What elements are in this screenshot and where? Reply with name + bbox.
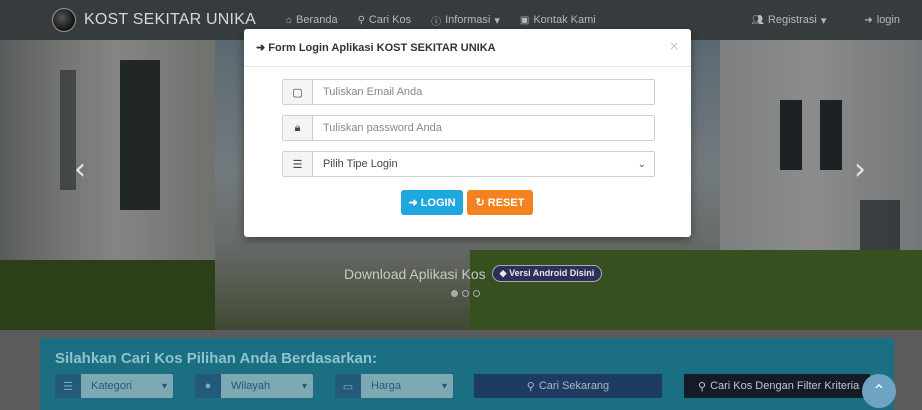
password-placeholder: Tuliskan password Anda (323, 122, 442, 134)
carousel-indicator[interactable] (462, 290, 469, 297)
nav-beranda-label: Beranda (295, 14, 338, 26)
info-icon: ⓘ (431, 16, 442, 28)
search-icon: ⚲ (698, 380, 707, 393)
chevron-down-icon: ▾ (441, 380, 447, 392)
sign-in-icon: ➜ (864, 14, 873, 26)
list-icon: ☰ (55, 374, 81, 398)
harga-select[interactable]: ▭ Harga ▾ (335, 374, 453, 398)
cari-filter-button[interactable]: ⚲ Cari Kos Dengan Filter Kriteria (684, 374, 870, 398)
scroll-to-top-button[interactable]: ⌃ (862, 374, 896, 408)
nav-cari-kos[interactable]: ⚲ Cari Kos (348, 13, 422, 28)
envelope-icon: ▢ (283, 80, 313, 104)
nav-login[interactable]: ➜ login (854, 14, 910, 26)
wilayah-select[interactable]: ● Wilayah ▾ (195, 374, 313, 398)
search-title: Silahkan Cari Kos Pilihan Anda Berdasark… (55, 350, 378, 367)
brand-name: KOST SEKITAR UNIKA (84, 11, 256, 28)
refresh-icon: ↻ (475, 197, 485, 209)
login-button[interactable]: ➜ LOGIN (401, 190, 463, 215)
close-icon[interactable]: × (669, 39, 679, 53)
cari-sekarang-label: Cari Sekarang (538, 380, 610, 392)
nav-beranda[interactable]: ⌂ Beranda (276, 13, 348, 28)
modal-title: ➜ Form Login Aplikasi KOST SEKITAR UNIKA (256, 41, 496, 54)
modal-title-text: Form Login Aplikasi KOST SEKITAR UNIKA (268, 42, 496, 54)
brand[interactable]: KOST SEKITAR UNIKA (52, 8, 256, 32)
nav-cari-kos-label: Cari Kos (368, 14, 412, 26)
caption-text: Download Aplikasi Kos (344, 265, 486, 282)
nav-informasi[interactable]: ⓘ Informasi ▾ (421, 13, 510, 28)
nav-kontak-label: Kontak Kami (533, 14, 596, 26)
modal-header: ➜ Form Login Aplikasi KOST SEKITAR UNIKA… (244, 29, 691, 67)
home-icon: ⌂ (285, 14, 292, 26)
nav-right: 👥︎ Registrasi ▾ ➜ login (741, 0, 910, 40)
chevron-down-icon: ▾ (301, 380, 307, 392)
email-field[interactable]: ▢ Tuliskan Email Anda (282, 79, 655, 105)
nav-login-label: login (876, 14, 900, 26)
chevron-up-icon: ⌃ (872, 383, 886, 400)
chevron-down-icon: ▾ (494, 14, 500, 27)
chevron-down-icon: ⌄ (637, 158, 646, 170)
cari-filter-label: Cari Kos Dengan Filter Kriteria (710, 380, 860, 392)
password-field[interactable]: 🔒︎ Tuliskan password Anda (282, 115, 655, 141)
harga-label: Harga (371, 380, 401, 392)
reset-button[interactable]: ↻ RESET (467, 190, 533, 215)
search-icon: ⚲ (357, 14, 365, 26)
login-button-label: LOGIN (420, 196, 456, 209)
wilayah-label: Wilayah (231, 380, 271, 392)
search-icon: ⚲ (526, 380, 535, 393)
lock-icon: 🔒︎ (283, 116, 313, 140)
logo-icon (52, 8, 76, 32)
chevron-down-icon: ▾ (161, 380, 167, 392)
carousel-indicator[interactable] (473, 290, 480, 297)
users-icon: 👥︎ (751, 14, 764, 26)
carousel-next-icon[interactable]: › (854, 152, 866, 187)
carousel-prev-icon[interactable]: ‹ (74, 152, 86, 187)
reset-button-label: RESET (487, 196, 525, 209)
kategori-label: Kategori (91, 380, 132, 392)
list-icon: ☰ (283, 152, 313, 176)
sign-in-icon: ➜ (256, 42, 266, 54)
kategori-select[interactable]: ☰ Kategori ▾ (55, 374, 173, 398)
carousel-indicators (451, 290, 480, 297)
carousel-caption: Download Aplikasi Kos ◆ Versi Android Di… (344, 265, 603, 282)
nav-registrasi[interactable]: 👥︎ Registrasi ▾ (741, 14, 836, 27)
chevron-down-icon: ▾ (820, 14, 827, 27)
nav-links: ⌂ Beranda ⚲ Cari Kos ⓘ Informasi ▾ ▣ Kon… (276, 13, 606, 28)
email-placeholder: Tuliskan Email Anda (323, 86, 423, 98)
map-marker-icon: ● (195, 374, 221, 398)
sign-in-icon: ➜ (408, 197, 418, 209)
nav-informasi-label: Informasi (445, 14, 491, 26)
page: ‹ › Download Aplikasi Kos ◆ Versi Androi… (0, 0, 922, 410)
carousel-indicator[interactable] (451, 290, 458, 297)
nav-registrasi-label: Registrasi (767, 14, 817, 26)
cari-sekarang-button[interactable]: ⚲ Cari Sekarang (474, 374, 662, 398)
login-type-value: Pilih Tipe Login (323, 158, 398, 170)
contact-icon: ▣ (519, 14, 530, 26)
money-icon: ▭ (335, 374, 361, 398)
android-download-badge[interactable]: ◆ Versi Android Disini (491, 265, 603, 282)
login-type-select[interactable]: ☰ Pilih Tipe Login ⌄ (282, 151, 655, 177)
login-modal: ➜ Form Login Aplikasi KOST SEKITAR UNIKA… (244, 29, 691, 237)
nav-kontak[interactable]: ▣ Kontak Kami (510, 13, 606, 28)
